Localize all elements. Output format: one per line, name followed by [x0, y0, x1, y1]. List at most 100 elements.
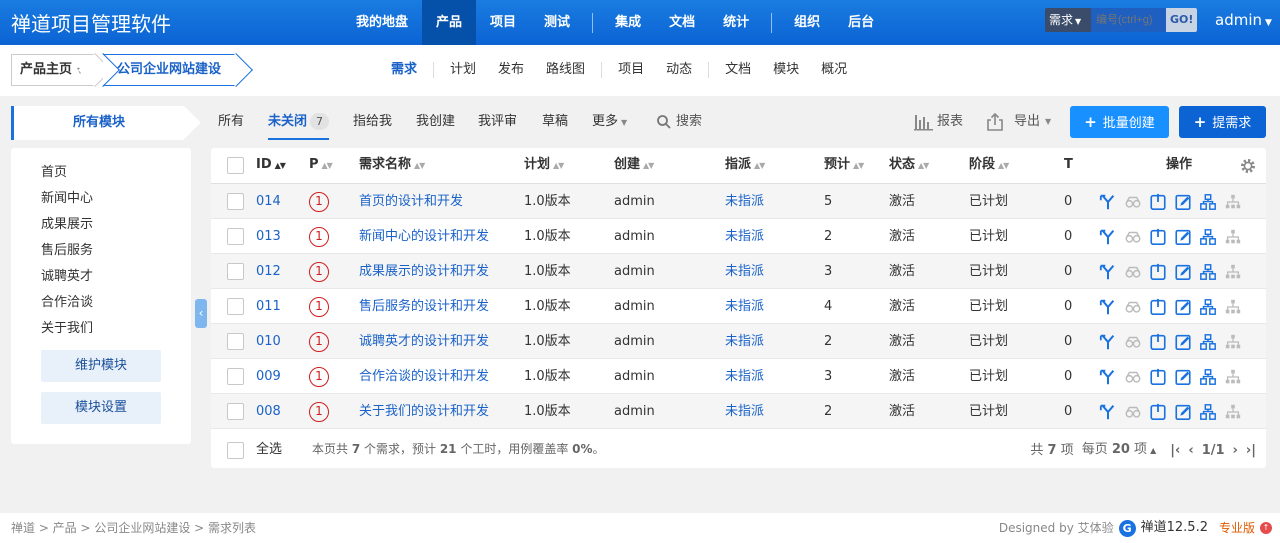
story-id[interactable]: 008 — [256, 394, 281, 429]
story-title-link[interactable]: 诚聘英才的设计和开发 — [359, 324, 489, 359]
assign-link[interactable]: 未指派 — [725, 394, 764, 429]
close-story-icon[interactable] — [1148, 192, 1168, 212]
subdivide-icon[interactable] — [1223, 227, 1243, 247]
tab-project[interactable]: 项目 — [607, 54, 655, 86]
nav-ci[interactable]: 集成 — [601, 0, 655, 45]
upgrade-icon[interactable]: ↑ — [1260, 522, 1272, 534]
search-input[interactable] — [1091, 8, 1166, 32]
module-item[interactable]: 首页 — [41, 161, 67, 180]
search-toggle[interactable]: 搜索 — [656, 106, 702, 138]
col-assigned[interactable]: 指派 ▲▼ — [725, 148, 765, 184]
filter-more[interactable]: 更多 ▼ — [592, 106, 627, 139]
create-case-icon[interactable] — [1198, 262, 1218, 282]
create-case-icon[interactable] — [1198, 402, 1218, 422]
story-title-link[interactable]: 合作洽谈的设计和开发 — [359, 359, 489, 394]
batch-create-button[interactable]: + 批量创建 — [1070, 106, 1169, 138]
review-icon[interactable] — [1123, 227, 1143, 247]
col-pri[interactable]: P ▲▼ — [309, 148, 333, 184]
review-icon[interactable] — [1123, 367, 1143, 387]
first-page-icon[interactable]: |‹ — [1170, 432, 1180, 469]
edition-label[interactable]: 专业版 — [1219, 513, 1255, 543]
col-id[interactable]: ID ▲▼ — [256, 148, 286, 184]
tab-roadmap[interactable]: 路线图 — [535, 54, 596, 86]
story-title-link[interactable]: 新闻中心的设计和开发 — [359, 219, 489, 254]
create-case-icon[interactable] — [1198, 367, 1218, 387]
nav-admin[interactable]: 后台 — [834, 0, 888, 45]
subdivide-icon[interactable] — [1223, 262, 1243, 282]
review-icon[interactable] — [1123, 402, 1143, 422]
module-item[interactable]: 售后服务 — [41, 239, 93, 258]
nav-my[interactable]: 我的地盘 — [342, 0, 422, 45]
maintain-module-button[interactable]: 维护模块 — [41, 350, 161, 382]
col-status[interactable]: 状态 ▲▼ — [889, 148, 929, 184]
col-stage[interactable]: 阶段 ▲▼ — [969, 148, 1009, 184]
nav-report[interactable]: 统计 — [709, 0, 763, 45]
module-settings-button[interactable]: 模块设置 — [41, 392, 161, 424]
create-case-icon[interactable] — [1198, 332, 1218, 352]
row-checkbox[interactable] — [227, 298, 244, 315]
row-checkbox[interactable] — [227, 368, 244, 385]
prev-page-icon[interactable]: ‹ — [1188, 432, 1193, 469]
change-icon[interactable] — [1098, 402, 1118, 422]
version-label[interactable]: 禅道12.5.2 — [1141, 513, 1208, 543]
story-id[interactable]: 012 — [256, 254, 281, 289]
story-id[interactable]: 014 — [256, 184, 281, 219]
last-page-icon[interactable]: ›| — [1246, 432, 1256, 469]
export-button[interactable]: 导出 ▼ — [986, 106, 1051, 138]
col-title[interactable]: 需求名称 ▲▼ — [359, 148, 425, 184]
module-item[interactable]: 合作洽谈 — [41, 291, 93, 310]
create-case-icon[interactable] — [1198, 192, 1218, 212]
assign-link[interactable]: 未指派 — [725, 359, 764, 394]
tab-dynamic[interactable]: 动态 — [655, 54, 703, 86]
review-icon[interactable] — [1123, 262, 1143, 282]
create-case-icon[interactable] — [1198, 227, 1218, 247]
edit-icon[interactable] — [1173, 227, 1193, 247]
tab-doc[interactable]: 文档 — [714, 54, 762, 86]
module-tree-header[interactable]: 所有模块 — [11, 106, 184, 140]
tab-story[interactable]: 需求 — [380, 54, 428, 86]
story-id[interactable]: 013 — [256, 219, 281, 254]
close-story-icon[interactable] — [1148, 227, 1168, 247]
subdivide-icon[interactable] — [1223, 402, 1243, 422]
close-story-icon[interactable] — [1148, 297, 1168, 317]
filter-all[interactable]: 所有 — [218, 106, 244, 138]
row-checkbox[interactable] — [227, 228, 244, 245]
assign-link[interactable]: 未指派 — [725, 184, 764, 219]
tab-view[interactable]: 概况 — [810, 54, 858, 86]
change-icon[interactable] — [1098, 332, 1118, 352]
col-plan[interactable]: 计划 ▲▼ — [524, 148, 564, 184]
sidebar-collapse-toggle[interactable]: ‹ — [195, 299, 207, 328]
close-story-icon[interactable] — [1148, 402, 1168, 422]
review-icon[interactable] — [1123, 332, 1143, 352]
subdivide-icon[interactable] — [1223, 367, 1243, 387]
nav-company[interactable]: 组织 — [780, 0, 834, 45]
filter-assigned-to-me[interactable]: 指给我 — [353, 106, 392, 138]
edit-icon[interactable] — [1173, 367, 1193, 387]
close-story-icon[interactable] — [1148, 367, 1168, 387]
row-checkbox[interactable] — [227, 403, 244, 420]
user-menu[interactable]: admin ▼ — [1215, 11, 1272, 29]
nav-test[interactable]: 测试 — [530, 0, 584, 45]
row-checkbox[interactable] — [227, 263, 244, 280]
nav-product[interactable]: 产品 — [422, 0, 477, 45]
story-title-link[interactable]: 首页的设计和开发 — [359, 184, 463, 219]
tab-release[interactable]: 发布 — [487, 54, 535, 86]
module-item[interactable]: 新闻中心 — [41, 187, 93, 206]
story-title-link[interactable]: 成果展示的设计和开发 — [359, 254, 489, 289]
search-go-button[interactable]: GO! — [1166, 8, 1198, 32]
assign-link[interactable]: 未指派 — [725, 219, 764, 254]
row-checkbox[interactable] — [227, 333, 244, 350]
col-estimate[interactable]: 预计 ▲▼ — [824, 148, 864, 184]
story-id[interactable]: 011 — [256, 289, 281, 324]
change-icon[interactable] — [1098, 192, 1118, 212]
edit-icon[interactable] — [1173, 192, 1193, 212]
filter-reviewed-by-me[interactable]: 我评审 — [478, 106, 517, 138]
select-all-checkbox[interactable] — [227, 442, 244, 459]
filter-draft[interactable]: 草稿 — [542, 106, 568, 138]
col-creator[interactable]: 创建 ▲▼ — [614, 148, 654, 184]
search-type-select[interactable]: 需求 ▼ — [1045, 8, 1091, 32]
per-page-select[interactable]: 每页 20 项 ▲ — [1082, 431, 1157, 469]
close-story-icon[interactable] — [1148, 262, 1168, 282]
nav-doc[interactable]: 文档 — [655, 0, 709, 45]
designed-by[interactable]: Designed by 艾体验 — [999, 513, 1114, 543]
